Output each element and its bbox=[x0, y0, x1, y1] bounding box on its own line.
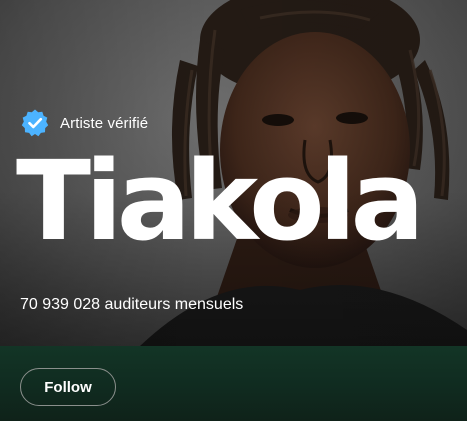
artist-name: Tiakola bbox=[16, 137, 425, 265]
verified-badge-icon bbox=[21, 109, 49, 137]
monthly-listeners: 70 939 028 auditeurs mensuels bbox=[20, 296, 244, 313]
verified-label: Artiste vérifié bbox=[60, 114, 149, 132]
follow-button[interactable]: Follow bbox=[20, 368, 116, 406]
verified-badge: Artiste vérifié bbox=[20, 108, 148, 138]
action-bar: Follow bbox=[0, 346, 467, 421]
artist-header: Artiste vérifié Tiakola 70 939 028 audit… bbox=[0, 0, 467, 421]
